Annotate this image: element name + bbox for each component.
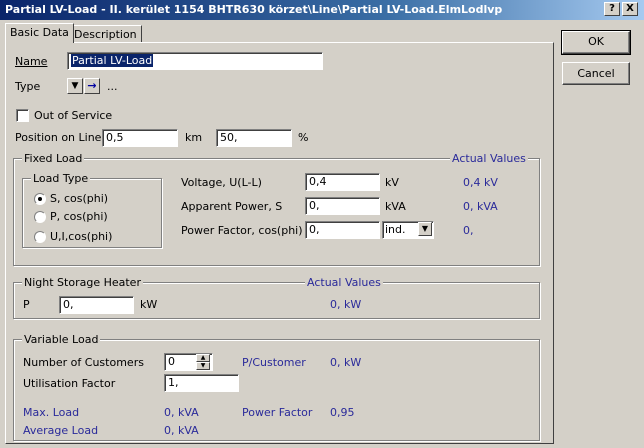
utilisation-factor-label: Utilisation Factor [23, 377, 116, 390]
average-load-label: Average Load [23, 424, 99, 437]
chevron-down-icon[interactable]: ▼ [418, 222, 432, 236]
max-load-label: Max. Load [23, 406, 80, 419]
power-factor-type-value: ind. [385, 223, 406, 236]
ok-button[interactable]: OK [561, 30, 631, 55]
number-of-customers-label: Number of Customers [23, 356, 144, 369]
night-storage-p-label: P [23, 298, 30, 311]
tab-description[interactable]: Description [69, 25, 142, 43]
apparent-power-actual-value: 0, kVA [463, 200, 498, 213]
voltage-actual-value: 0,4 kV [463, 176, 498, 189]
tab-basic-data-label: Basic Data [10, 26, 69, 39]
number-of-customers-value: 0 [168, 355, 175, 368]
average-load-value: 0, kVA [164, 424, 199, 437]
load-type-radio-ui-cosphi[interactable] [34, 231, 46, 243]
triangle-down-icon: ▼ [71, 81, 79, 91]
name-input[interactable]: Partial LV-Load [67, 52, 323, 70]
position-percent-input[interactable]: 50, [216, 129, 292, 147]
name-label: Name [15, 55, 48, 68]
apparent-power-unit: kVA [385, 200, 406, 213]
utilisation-factor-input[interactable]: 1, [164, 374, 239, 392]
voltage-label: Voltage, U(L-L) [181, 176, 262, 189]
variable-load-title: Variable Load [22, 333, 101, 346]
tab-description-label: Description [74, 28, 137, 41]
position-km-input[interactable]: 0,5 [102, 129, 178, 147]
load-type-radio-s-cosphi[interactable] [34, 193, 46, 205]
power-factor-input[interactable]: 0, [305, 221, 380, 239]
window-title: Partial LV-Load - II. kerület 1154 BHTR6… [5, 3, 503, 16]
night-storage-heater-title: Night Storage Heater [22, 276, 143, 289]
out-of-service-checkbox[interactable] [16, 109, 29, 122]
load-type-title: Load Type [31, 172, 91, 185]
title-bar: Partial LV-Load - II. kerület 1154 BHTR6… [0, 0, 644, 20]
position-on-line-label: Position on Line [15, 131, 102, 144]
load-type-option-s-cosphi: S, cos(phi) [50, 192, 109, 205]
variable-power-factor-value: 0,95 [330, 406, 355, 419]
apparent-power-label: Apparent Power, S [181, 200, 283, 213]
name-input-value: Partial LV-Load [71, 54, 154, 67]
apparent-power-input[interactable]: 0, [305, 197, 380, 215]
cancel-button[interactable]: Cancel [562, 62, 630, 85]
type-edit-button[interactable]: → [84, 78, 100, 94]
night-storage-p-actual-value: 0, kW [330, 298, 362, 311]
position-percent-unit: % [298, 131, 309, 144]
arrow-right-icon: → [87, 79, 97, 92]
spin-down-icon[interactable]: ▼ [196, 362, 210, 370]
fixed-load-actual-values-title: Actual Values [450, 152, 528, 165]
load-type-option-p-cosphi: P, cos(phi) [50, 210, 108, 223]
voltage-input[interactable]: 0,4 [305, 173, 380, 191]
p-customer-label: P/Customer [242, 356, 306, 369]
max-load-value: 0, kVA [164, 406, 199, 419]
type-label: Type [15, 80, 41, 93]
p-customer-value: 0, kW [330, 356, 362, 369]
night-storage-p-unit: kW [140, 298, 158, 311]
load-type-radio-p-cosphi[interactable] [34, 211, 46, 223]
voltage-unit: kV [385, 176, 399, 189]
spin-up-icon[interactable]: ▲ [196, 354, 210, 362]
night-storage-p-input[interactable]: 0, [59, 296, 134, 314]
close-button[interactable]: X [622, 2, 638, 16]
tab-basic-data[interactable]: Basic Data [5, 23, 74, 43]
power-factor-label: Power Factor, cos(phi) [181, 224, 303, 237]
power-factor-type-select[interactable]: ind. ▼ [382, 221, 434, 239]
load-type-option-ui-cosphi: U,I,cos(phi) [50, 230, 113, 243]
type-select-button[interactable]: ▼ [67, 78, 83, 94]
fixed-load-title: Fixed Load [22, 152, 85, 165]
power-factor-actual-value: 0, [463, 224, 474, 237]
help-button[interactable]: ? [604, 2, 620, 16]
type-value: ... [107, 80, 118, 93]
night-storage-actual-values-title: Actual Values [305, 276, 383, 289]
position-km-unit: km [185, 131, 203, 144]
variable-power-factor-label: Power Factor [242, 406, 313, 419]
out-of-service-label: Out of Service [34, 109, 113, 122]
